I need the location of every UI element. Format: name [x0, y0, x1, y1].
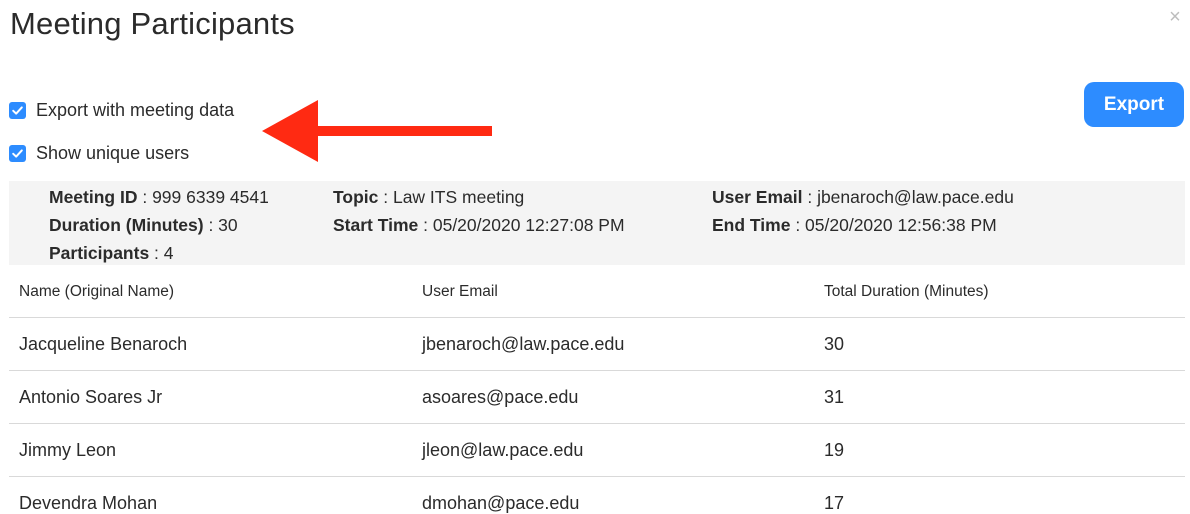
meeting-topic: Topic : Law ITS meeting	[333, 187, 525, 207]
table-header: Name (Original Name) User Email Total Du…	[9, 267, 1185, 318]
meeting-participants-dialog: Meeting Participants × Export with meeti…	[0, 0, 1190, 514]
participant-duration: 31	[824, 387, 845, 407]
table-row: Jimmy Leon jleon@law.pace.edu 19	[9, 424, 1185, 477]
export-with-meeting-data-checkbox[interactable]	[9, 101, 26, 119]
meeting-start-time: Start Time : 05/20/2020 12:27:08 PM	[333, 215, 625, 235]
show-unique-users-option[interactable]: Show unique users	[9, 141, 189, 165]
meeting-end-time: End Time : 05/20/2020 12:56:38 PM	[712, 215, 997, 235]
participant-email: asoares@pace.edu	[422, 387, 579, 407]
show-unique-users-checkbox[interactable]	[9, 144, 26, 162]
participant-name: Devendra Mohan	[19, 493, 158, 513]
dialog-title: Meeting Participants	[10, 6, 295, 41]
table-row: Antonio Soares Jr asoares@pace.edu 31	[9, 371, 1185, 424]
meeting-participants-count: Participants : 4	[49, 243, 174, 263]
participant-email: jbenaroch@law.pace.edu	[422, 334, 625, 354]
table-row: Devendra Mohan dmohan@pace.edu 17	[9, 477, 1185, 514]
participant-duration: 19	[824, 440, 845, 460]
header-user-email: User Email	[422, 283, 498, 300]
participant-duration: 17	[824, 493, 845, 513]
meeting-id: Meeting ID : 999 6339 4541	[49, 187, 269, 207]
show-unique-users-label: Show unique users	[36, 142, 190, 163]
checkmark-icon	[12, 148, 23, 158]
export-with-meeting-data-option[interactable]: Export with meeting data	[9, 98, 234, 122]
export-with-meeting-data-label: Export with meeting data	[36, 99, 235, 120]
meeting-info-panel: Meeting ID : 999 6339 4541 Duration (Min…	[9, 181, 1185, 265]
close-icon[interactable]: ×	[1164, 6, 1186, 28]
participant-email: jleon@law.pace.edu	[422, 440, 584, 460]
red-arrow-annotation-icon	[262, 100, 492, 162]
participants-table: Name (Original Name) User Email Total Du…	[9, 267, 1185, 514]
participant-email: dmohan@pace.edu	[422, 493, 580, 513]
meeting-user-email: User Email : jbenaroch@law.pace.edu	[712, 187, 1014, 207]
export-button[interactable]: Export	[1084, 82, 1184, 127]
participant-name: Jacqueline Benaroch	[19, 334, 188, 354]
participant-name: Jimmy Leon	[19, 440, 117, 460]
participant-duration: 30	[824, 334, 845, 354]
checkmark-icon	[12, 105, 23, 115]
header-name: Name (Original Name)	[19, 283, 175, 300]
participant-name: Antonio Soares Jr	[19, 387, 163, 407]
table-row: Jacqueline Benaroch jbenaroch@law.pace.e…	[9, 318, 1185, 371]
header-total-duration: Total Duration (Minutes)	[824, 283, 989, 300]
meeting-duration: Duration (Minutes) : 30	[49, 215, 238, 235]
